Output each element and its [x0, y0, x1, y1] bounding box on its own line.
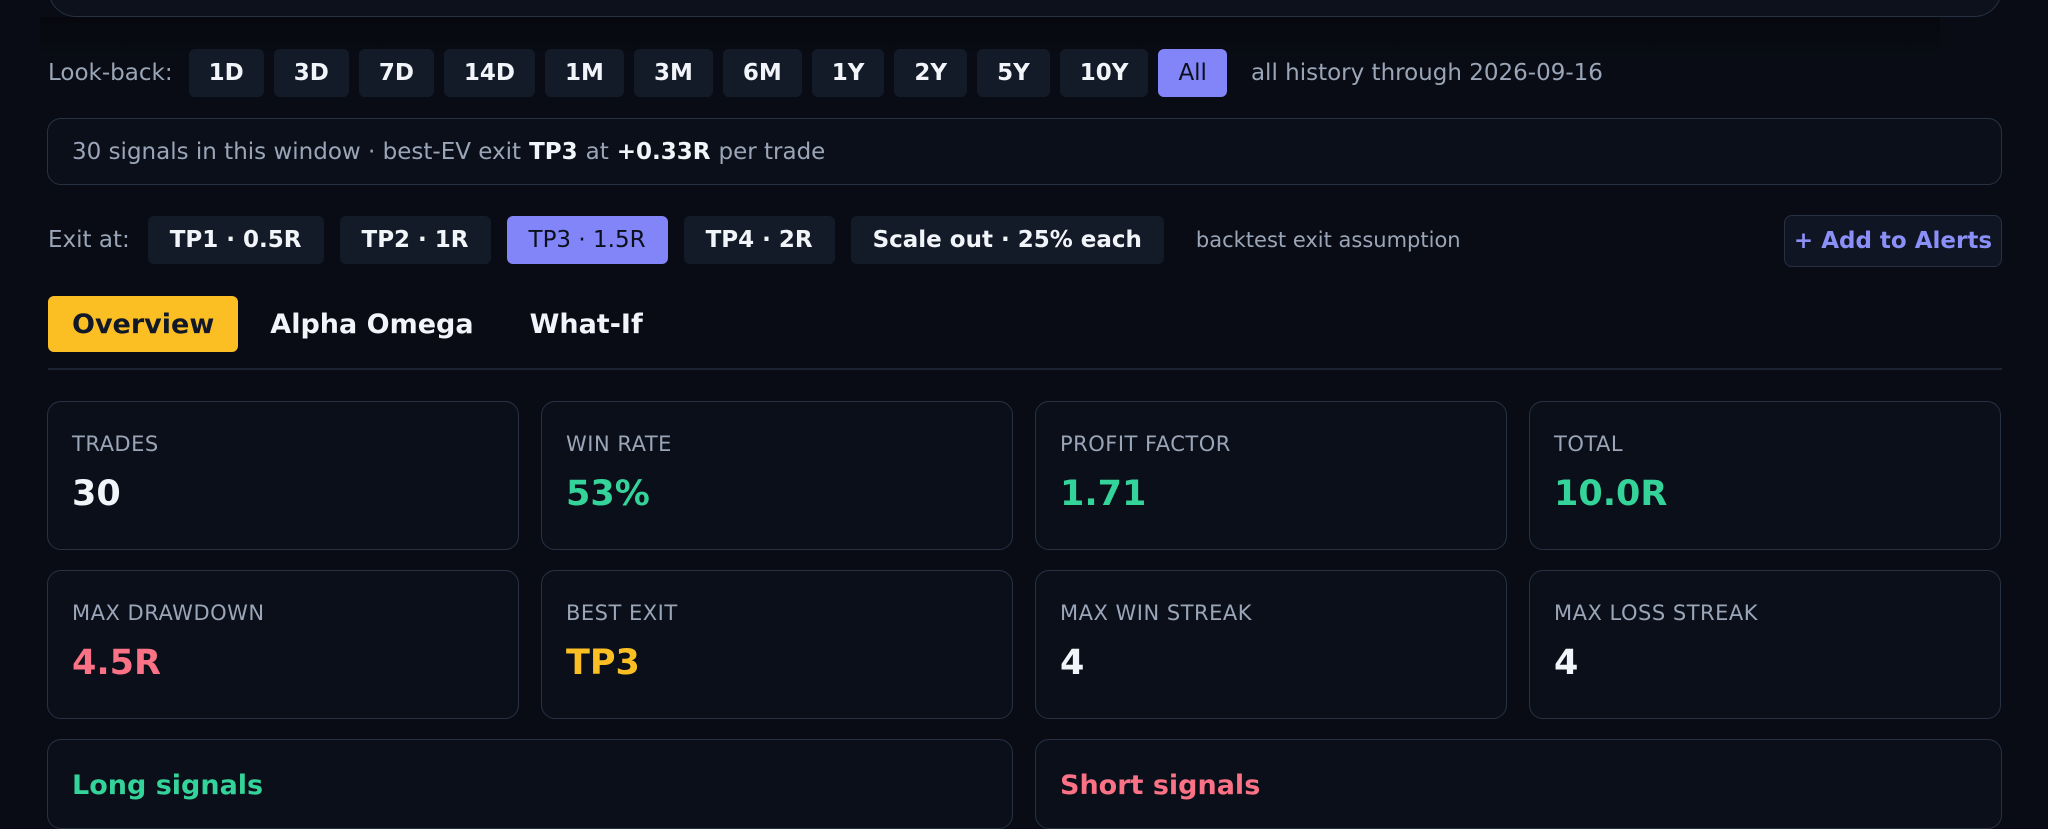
summary-prefix: 30 signals in this window · best-EV exit: [72, 138, 522, 165]
lookback-label: Look-back:: [48, 60, 173, 86]
stat-value: 4: [1554, 643, 1579, 683]
lookback-hint: all history through 2026-09-16: [1250, 60, 1603, 86]
tab-alpha-omega[interactable]: Alpha Omega: [246, 296, 497, 352]
stat-card-best-exit: BEST EXIT TP3: [541, 570, 1013, 719]
long-signals-panel: Long signals: [47, 739, 1013, 829]
exit-option-tp3[interactable]: TP3 · 1.5R: [506, 216, 668, 264]
exit-hint: backtest exit assumption: [1195, 228, 1461, 252]
stat-value: 10.0R: [1554, 474, 1668, 514]
lookback-option-1y[interactable]: 1Y: [811, 49, 885, 97]
stat-label: TRADES: [72, 432, 159, 456]
stat-label: PROFIT FACTOR: [1060, 432, 1231, 456]
summary-mid: at: [585, 138, 609, 165]
summary-suffix: per trade: [718, 138, 826, 165]
lookback-option-10y[interactable]: 10Y: [1059, 49, 1149, 97]
tab-divider: [48, 368, 2002, 370]
lookback-option-1d[interactable]: 1D: [188, 49, 264, 97]
summary-best-exit: TP3: [529, 138, 578, 165]
signal-summary: 30 signals in this window · best-EV exit…: [47, 118, 2002, 185]
lookback-bar: Look-back: 1D 3D 7D 14D 1M 3M 6M 1Y 2Y 5…: [48, 49, 1603, 97]
tab-bar: Overview Alpha Omega What-If: [48, 296, 675, 352]
lookback-option-1m[interactable]: 1M: [545, 49, 624, 97]
tab-what-if[interactable]: What-If: [506, 296, 667, 352]
stat-label: MAX LOSS STREAK: [1554, 601, 1759, 625]
stat-card-total: TOTAL 10.0R: [1529, 401, 2001, 550]
stat-label: TOTAL: [1554, 432, 1624, 456]
stat-value: TP3: [566, 643, 640, 683]
lookback-option-5y[interactable]: 5Y: [977, 49, 1050, 97]
stat-label: WIN RATE: [566, 432, 672, 456]
stat-card-win-rate: WIN RATE 53%: [541, 401, 1013, 550]
stat-label: BEST EXIT: [566, 601, 678, 625]
short-signals-panel: Short signals: [1035, 739, 2002, 829]
stat-card-max-win-streak: MAX WIN STREAK 4: [1035, 570, 1507, 719]
stat-label: MAX DRAWDOWN: [72, 601, 265, 625]
stat-value: 30: [72, 474, 121, 514]
lookback-option-6m[interactable]: 6M: [722, 49, 802, 97]
stat-card-max-drawdown: MAX DRAWDOWN 4.5R: [47, 570, 519, 719]
stat-value: 1.71: [1060, 474, 1147, 514]
exit-option-tp4[interactable]: TP4 · 2R: [683, 216, 835, 264]
lookback-option-3m[interactable]: 3M: [633, 49, 713, 97]
stat-value: 4: [1060, 643, 1085, 683]
exit-option-scale-out[interactable]: Scale out · 25% each: [850, 216, 1164, 264]
top-card: [48, 0, 2002, 17]
summary-ev: +0.33R: [616, 138, 711, 165]
stat-value: 53%: [566, 474, 650, 514]
stat-value: 4.5R: [72, 643, 161, 683]
tab-overview[interactable]: Overview: [48, 296, 239, 352]
short-signals-title: Short signals: [1060, 770, 1261, 801]
add-to-alerts-button[interactable]: + Add to Alerts: [1784, 215, 2002, 267]
stat-card-profit-factor: PROFIT FACTOR 1.71: [1035, 401, 1507, 550]
stat-card-trades: TRADES 30: [47, 401, 519, 550]
lookback-option-all[interactable]: All: [1158, 49, 1227, 97]
exit-option-tp1[interactable]: TP1 · 0.5R: [147, 216, 324, 264]
exit-option-tp2[interactable]: TP2 · 1R: [339, 216, 491, 264]
lookback-option-3d[interactable]: 3D: [273, 49, 349, 97]
stat-card-max-loss-streak: MAX LOSS STREAK 4: [1529, 570, 2001, 719]
stat-label: MAX WIN STREAK: [1060, 601, 1253, 625]
exit-selector: Exit at: TP1 · 0.5R TP2 · 1R TP3 · 1.5R …: [48, 215, 2002, 267]
long-signals-title: Long signals: [72, 770, 264, 801]
lookback-option-2y[interactable]: 2Y: [894, 49, 968, 97]
lookback-option-14d[interactable]: 14D: [443, 49, 536, 97]
lookback-option-7d[interactable]: 7D: [358, 49, 434, 97]
exit-label: Exit at:: [48, 227, 130, 253]
